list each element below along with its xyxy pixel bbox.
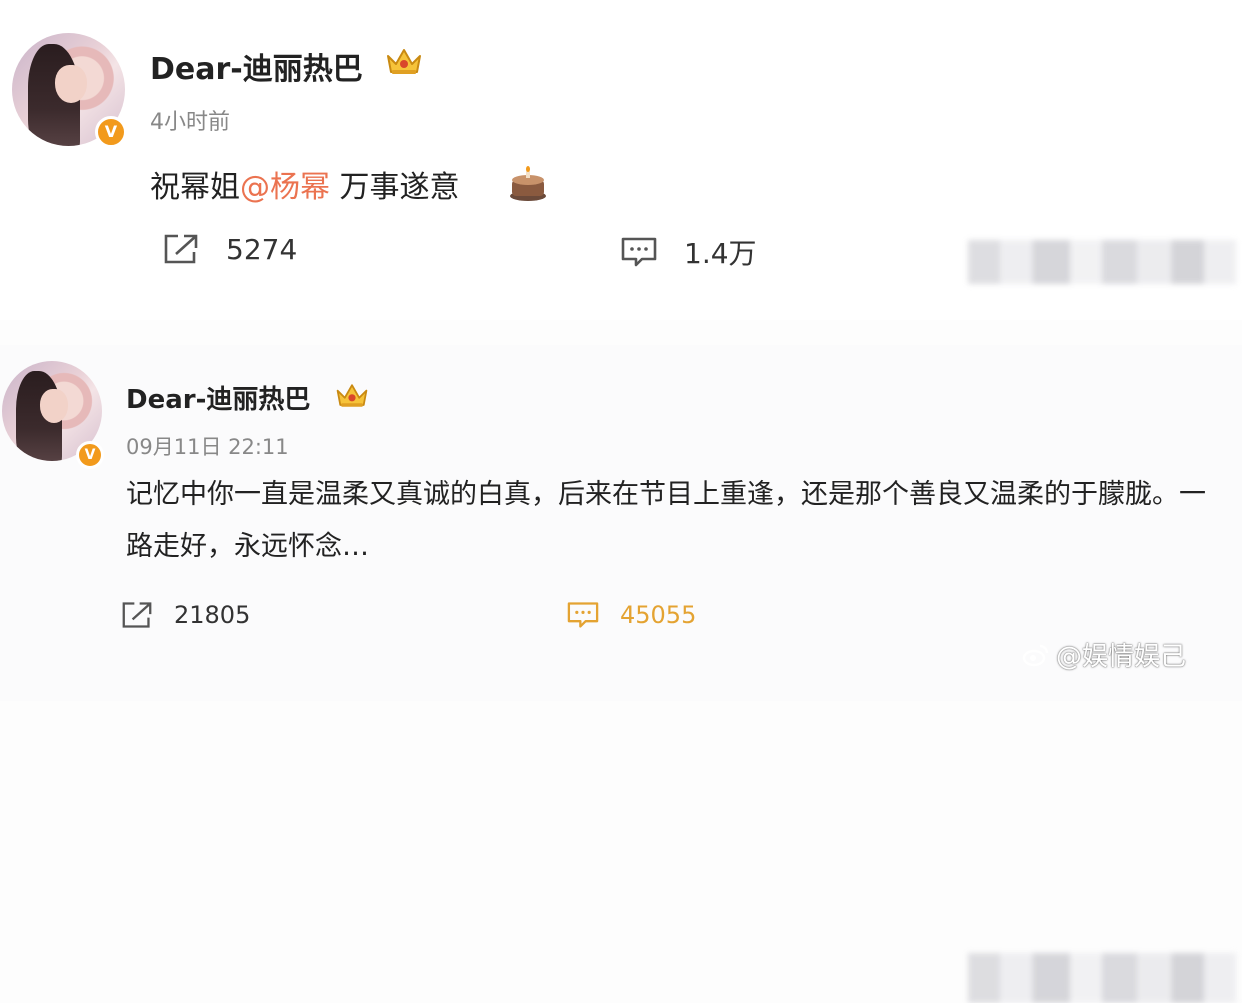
cake-emoji-icon <box>510 166 546 201</box>
repost-icon <box>164 234 198 264</box>
comment-button[interactable]: 45055 <box>566 600 696 630</box>
weibo-logo-icon <box>1022 643 1050 667</box>
like-button-blurred[interactable] <box>968 240 1236 284</box>
content-text: 祝幂姐 <box>150 170 240 205</box>
verified-badge-icon: V <box>95 116 127 148</box>
content-text: 万事遂意 <box>330 170 460 205</box>
username[interactable]: Dear-迪丽热巴 <box>126 379 310 416</box>
repost-count: 5274 <box>226 232 298 266</box>
post-content: 祝幂姐@杨幂 万事遂意 <box>150 162 460 206</box>
comment-button[interactable]: 1.4万 <box>620 232 757 272</box>
repost-button[interactable]: 5274 <box>162 232 297 266</box>
verified-badge-icon: V <box>76 441 104 469</box>
mention-link[interactable]: @杨幂 <box>240 170 330 205</box>
repost-button[interactable]: 21805 <box>120 600 250 630</box>
comment-count: 1.4万 <box>684 237 757 270</box>
post-content: 记忆中你一直是温柔又真诚的白真，后来在节目上重逢，还是那个善良又温柔的于朦胧。一… <box>126 479 1206 562</box>
repost-count: 21805 <box>174 601 251 629</box>
crown-icon <box>387 49 421 74</box>
crown-icon <box>336 384 368 407</box>
post-timestamp[interactable]: 4小时前 <box>150 104 230 136</box>
username[interactable]: Dear-迪丽热巴 <box>150 44 363 88</box>
comment-icon <box>621 237 657 267</box>
watermark-text: @娱情娱己 <box>1056 642 1187 672</box>
comment-count: 45055 <box>620 601 697 629</box>
comment-icon <box>567 602 599 628</box>
watermark: @娱情娱己 <box>1022 636 1186 673</box>
post-timestamp[interactable]: 09月11日 22:11 <box>126 431 289 461</box>
repost-icon <box>122 602 152 628</box>
like-button-blurred[interactable] <box>968 953 1236 1003</box>
weibo-post-1: V Dear-迪丽热巴 4小时前 祝幂姐@杨幂 万事遂意 5274 1.4万 <box>0 0 1242 320</box>
